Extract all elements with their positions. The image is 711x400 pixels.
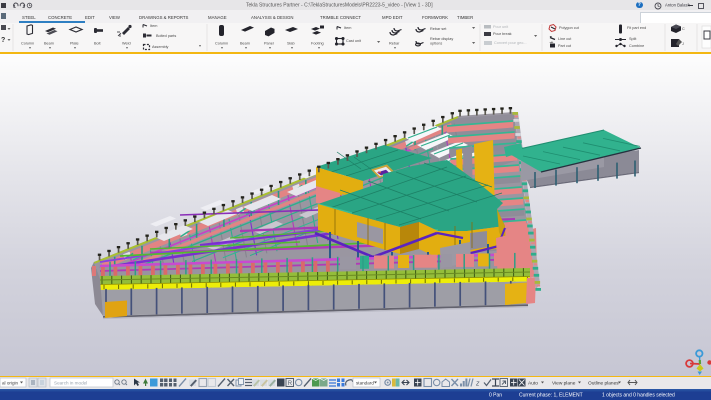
svg-text:Part cut: Part cut — [558, 44, 572, 48]
svg-text:DRAWINGS & REPORTS: DRAWINGS & REPORTS — [139, 15, 189, 20]
svg-text:Plate: Plate — [70, 42, 79, 46]
svg-text:Tekla Structures Partner - C: Tekla Structures Partner - C:\TeklaStruc… — [246, 3, 433, 9]
svg-text:Anton Balash: Anton Balash — [665, 2, 691, 7]
svg-text:Polygon cut: Polygon cut — [559, 26, 580, 30]
svg-text:Item: Item — [344, 26, 351, 30]
svg-text:Rebar: Rebar — [389, 42, 400, 46]
svg-text:J: J — [682, 42, 684, 46]
svg-text:1 objects and 0 handles select: 1 objects and 0 handles selected — [602, 393, 675, 399]
svg-text:Outline planes: Outline planes — [588, 381, 619, 387]
svg-text:z: z — [475, 381, 480, 388]
svg-text:Slab: Slab — [287, 42, 295, 46]
svg-text:VIEW: VIEW — [109, 15, 121, 20]
svg-text:Cast unit: Cast unit — [346, 39, 362, 43]
svg-text:MANAGE: MANAGE — [208, 15, 227, 20]
svg-text:Search in model: Search in model — [54, 381, 87, 386]
svg-text:Rebar display: Rebar display — [430, 37, 453, 41]
svg-text:Column: Column — [21, 42, 34, 46]
svg-text:0 Pan: 0 Pan — [489, 393, 502, 399]
svg-text:al origin: al origin — [2, 381, 19, 386]
svg-text:Split: Split — [629, 37, 637, 41]
svg-text:Fit part end: Fit part end — [627, 26, 646, 30]
svg-text:FORMWORK: FORMWORK — [422, 15, 448, 20]
svg-text:Pour unit: Pour unit — [493, 25, 509, 29]
svg-text:Current phase: 1, ELEMENT: Current phase: 1, ELEMENT — [519, 393, 583, 399]
svg-text:Auto: Auto — [528, 381, 538, 387]
svg-text:Beam: Beam — [44, 42, 54, 46]
svg-text:Item: Item — [150, 24, 157, 28]
svg-text:Footing: Footing — [311, 42, 324, 46]
svg-text:options: options — [430, 42, 442, 46]
svg-text:EDIT: EDIT — [85, 15, 95, 20]
svg-text:View plane: View plane — [552, 381, 576, 387]
svg-text:Pour break: Pour break — [493, 32, 512, 36]
svg-text:ANALYSIS & DESIGN: ANALYSIS & DESIGN — [251, 15, 293, 20]
svg-text:R: R — [288, 381, 293, 387]
svg-text:Weld: Weld — [122, 42, 131, 46]
svg-text:Bolt: Bolt — [94, 42, 101, 46]
svg-text:TRIMBLE CONNECT: TRIMBLE CONNECT — [320, 15, 361, 20]
svg-text:MPD EDIT: MPD EDIT — [382, 15, 403, 20]
svg-text:STEEL: STEEL — [22, 15, 36, 20]
svg-text:standard: standard — [356, 381, 374, 386]
svg-text:Convert pour geo...: Convert pour geo... — [494, 41, 527, 45]
svg-text:Assembly: Assembly — [152, 45, 169, 49]
svg-text:Panel: Panel — [264, 42, 274, 46]
svg-text:Bolted parts: Bolted parts — [156, 34, 176, 38]
svg-text:CONCRETE: CONCRETE — [48, 15, 72, 20]
svg-text:Rebar set: Rebar set — [430, 27, 447, 31]
svg-text:TIMBER: TIMBER — [457, 15, 473, 20]
svg-text:C: C — [682, 27, 685, 31]
svg-text:Combine: Combine — [629, 44, 644, 48]
svg-text:Beam: Beam — [240, 42, 250, 46]
svg-text:Line cut: Line cut — [558, 37, 572, 41]
svg-text:Column: Column — [215, 42, 228, 46]
